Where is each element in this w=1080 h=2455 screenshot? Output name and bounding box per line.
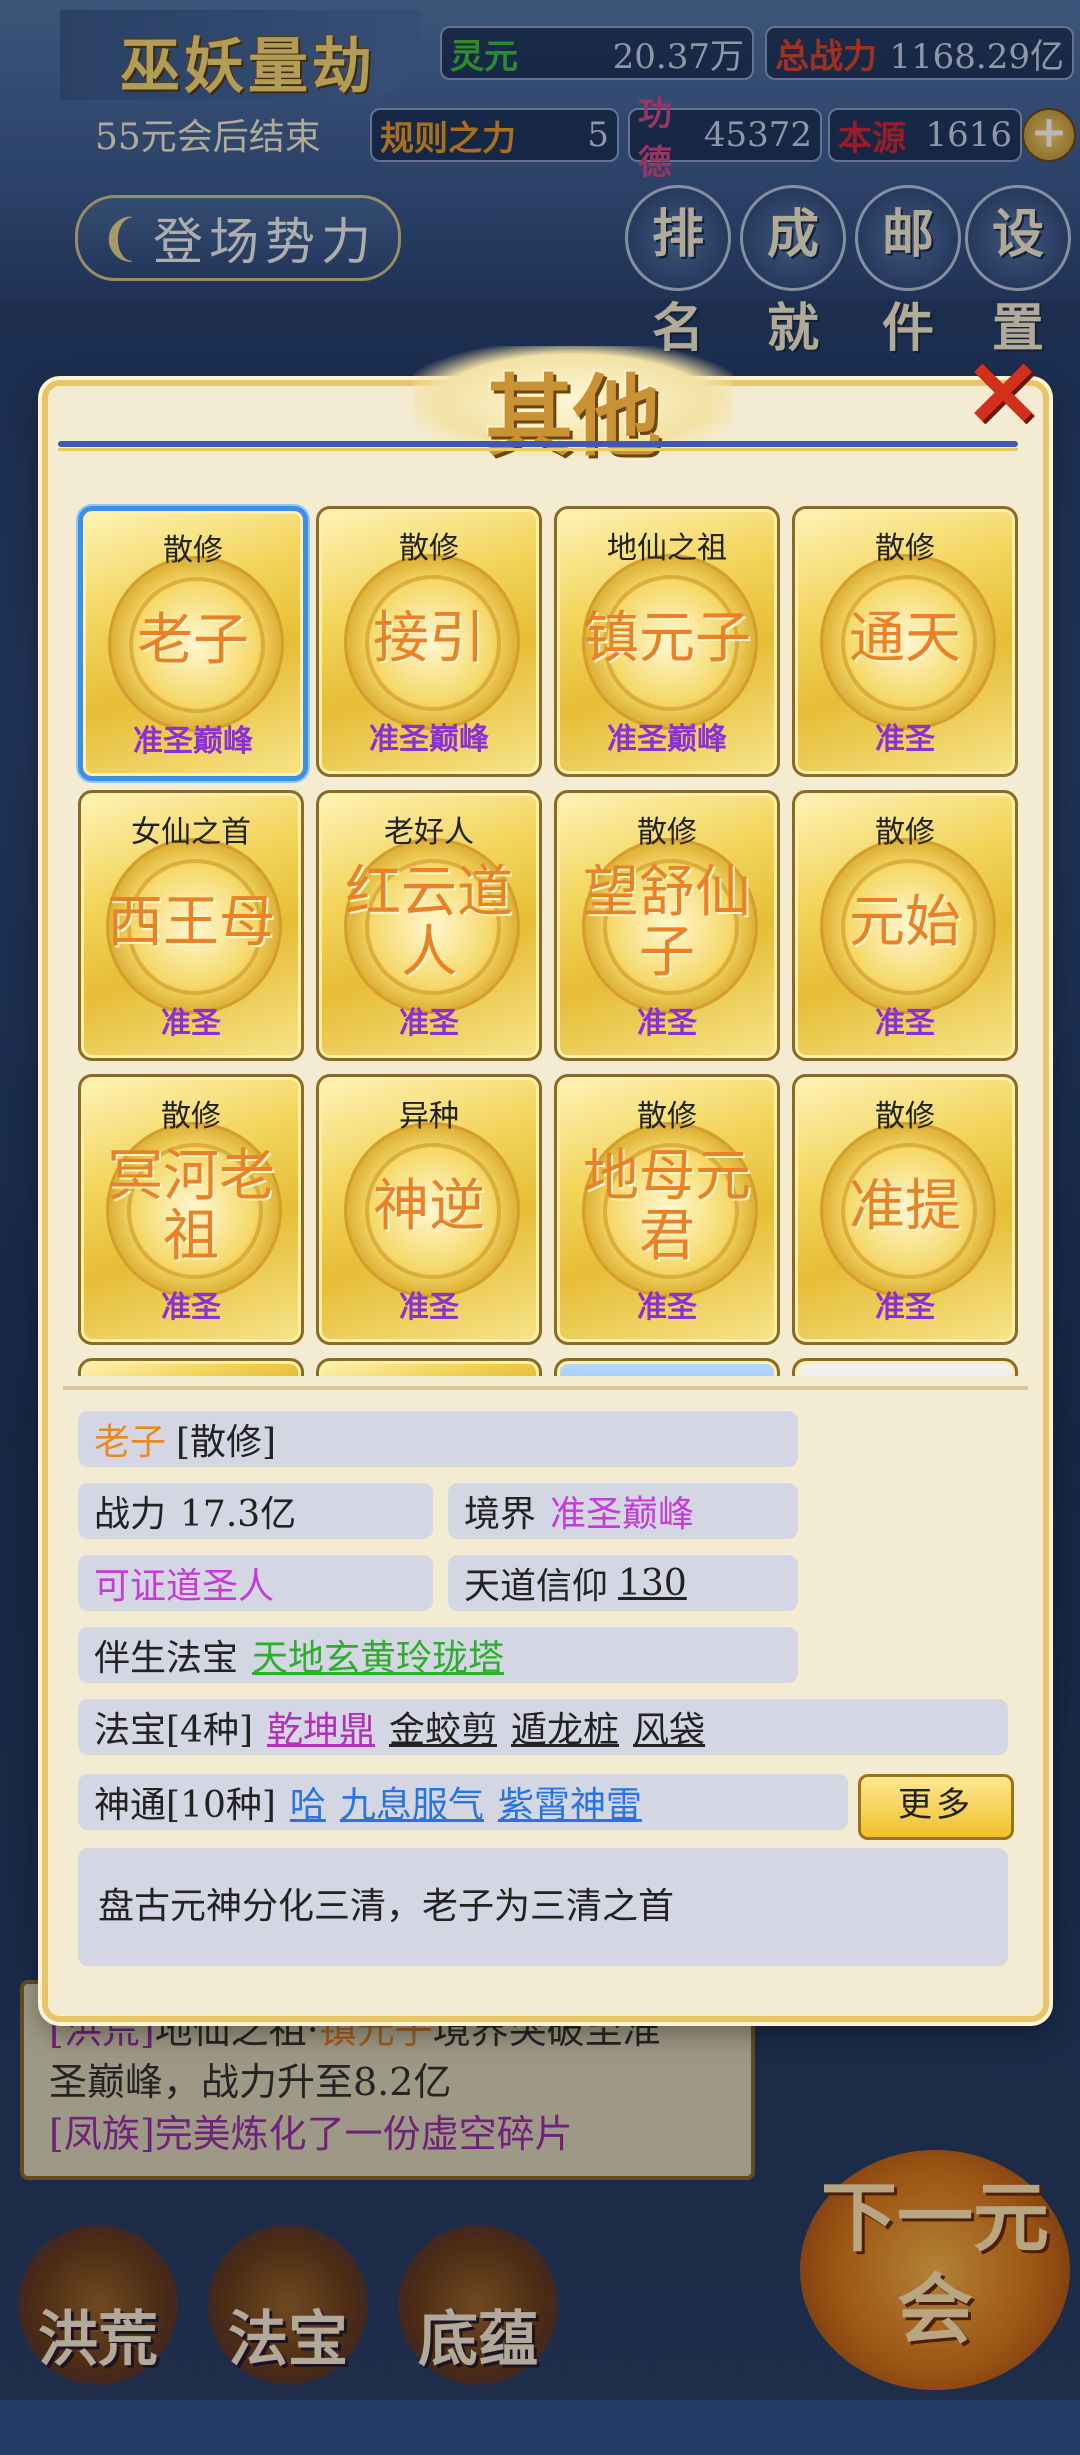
character-card-jieyin[interactable]: 散修 接引 准圣巅峰 (316, 506, 542, 777)
character-card-hongyun[interactable]: 老好人 红云道人 准圣 (316, 790, 542, 1061)
card-faction: 散修 (637, 1099, 697, 1134)
card-name: 望舒仙子 (583, 860, 751, 985)
card-realm: 准圣巅峰 (369, 722, 489, 757)
card-name: 通天 (849, 606, 961, 671)
character-grid[interactable]: 散修 老子 准圣巅峰 散修 接引 准圣巅峰 地仙之祖 镇元子 准圣巅峰 散修 通… (68, 496, 1018, 1376)
detail-treasures-row: 法宝[4种] 乾坤鼎 金蛟剪 遁龙桩 风袋 (78, 1699, 1008, 1755)
detail-treasures-label: 法宝[4种] (94, 1710, 253, 1751)
character-card-zhenyuanzi[interactable]: 地仙之祖 镇元子 准圣巅峰 (554, 506, 780, 777)
detail-realm-value: 准圣巅峰 (550, 1494, 695, 1535)
detail-companion-row: 伴生法宝 天地玄黄玲珑塔 (78, 1627, 798, 1683)
detail-sainthood-row: 可证道圣人 (78, 1555, 433, 1611)
modal-divider (58, 441, 1018, 447)
card-name: 元始 (849, 890, 961, 955)
detail-name-row: 老子 [散修] (78, 1411, 798, 1467)
detail-power-label: 战力 (94, 1494, 167, 1535)
card-realm: 准圣巅峰 (607, 722, 727, 757)
card-faction: 女仙之首 (131, 815, 251, 850)
treasure-link-4[interactable]: 风袋 (633, 1701, 705, 1753)
card-realm: 准圣 (399, 1290, 459, 1325)
modal-title-plate: 其他 (413, 346, 733, 468)
detail-companion-link[interactable]: 天地玄黄玲珑塔 (252, 1629, 504, 1681)
detail-faith-label: 天道信仰 (464, 1566, 609, 1607)
character-card-laozi[interactable]: 散修 老子 准圣巅峰 (78, 506, 308, 781)
card-name: 神逆 (373, 1174, 485, 1239)
card-realm: 准圣 (399, 1006, 459, 1041)
card-name: 红云道人 (345, 860, 513, 985)
card-realm: 准圣 (875, 722, 935, 757)
others-modal: 其他 ✕ 散修 老子 准圣巅峰 散修 接引 准圣巅峰 地仙之祖 镇元子 准圣巅峰… (42, 346, 1049, 2022)
detail-skills-row: 神通[10种] 哈 九息服气 紫霄神雷 (78, 1774, 848, 1830)
character-card-partial[interactable] (554, 1358, 780, 1376)
card-name: 老子 (137, 608, 249, 673)
card-realm: 准圣 (875, 1290, 935, 1325)
card-name: 冥河老祖 (107, 1144, 275, 1269)
detail-name: 老子 (94, 1422, 167, 1463)
character-card-xiwangmu[interactable]: 女仙之首 西王母 准圣 (78, 790, 304, 1061)
card-realm: 准圣巅峰 (133, 724, 253, 759)
character-card-partial[interactable] (792, 1358, 1018, 1376)
card-realm: 准圣 (161, 1290, 221, 1325)
card-faction: 散修 (875, 1099, 935, 1134)
card-realm: 准圣 (637, 1290, 697, 1325)
character-card-dimu[interactable]: 散修 地母元君 准圣 (554, 1074, 780, 1345)
detail-power-row: 战力 17.3亿 (78, 1483, 433, 1539)
card-faction: 老好人 (384, 815, 474, 850)
detail-faith-row: 天道信仰 130 (448, 1555, 798, 1611)
card-realm: 准圣 (875, 1006, 935, 1041)
detail-companion-label: 伴生法宝 (94, 1638, 239, 1679)
card-faction: 散修 (875, 815, 935, 850)
treasure-link-1[interactable]: 乾坤鼎 (267, 1701, 375, 1753)
skill-link-2[interactable]: 九息服气 (340, 1776, 484, 1828)
character-card-wangshu[interactable]: 散修 望舒仙子 准圣 (554, 790, 780, 1061)
card-faction: 散修 (875, 531, 935, 566)
close-icon[interactable]: ✕ (958, 348, 1048, 441)
treasure-link-3[interactable]: 遁龙桩 (511, 1701, 619, 1753)
detail-power-value: 17.3亿 (180, 1494, 297, 1535)
detail-divider (63, 1386, 1028, 1390)
card-faction: 散修 (163, 533, 223, 568)
detail-sainthood: 可证道圣人 (94, 1566, 275, 1607)
card-name: 地母元君 (583, 1144, 751, 1269)
character-card-tongtian[interactable]: 散修 通天 准圣 (792, 506, 1018, 777)
card-realm: 准圣 (637, 1006, 697, 1041)
card-faction: 异种 (399, 1099, 459, 1134)
character-card-minghe[interactable]: 散修 冥河老祖 准圣 (78, 1074, 304, 1345)
detail-description: 盘古元神分化三清，老子为三清之首 (78, 1848, 1008, 1966)
card-name: 准提 (849, 1174, 961, 1239)
card-name: 西王母 (107, 890, 275, 955)
character-card-partial[interactable] (316, 1358, 542, 1376)
card-name: 接引 (373, 606, 485, 671)
detail-realm-row: 境界 准圣巅峰 (448, 1483, 798, 1539)
treasure-link-2[interactable]: 金蛟剪 (389, 1701, 497, 1753)
card-faction: 散修 (637, 815, 697, 850)
detail-faction: [散修] (176, 1422, 277, 1463)
card-name: 镇元子 (583, 606, 751, 671)
character-card-yuanshi[interactable]: 散修 元始 准圣 (792, 790, 1018, 1061)
detail-skills-label: 神通[10种] (94, 1785, 276, 1826)
card-faction: 地仙之祖 (607, 531, 727, 566)
character-card-partial[interactable] (78, 1358, 304, 1376)
character-card-zhunti[interactable]: 散修 准提 准圣 (792, 1074, 1018, 1345)
detail-faith-value[interactable]: 130 (618, 1563, 687, 1604)
detail-realm-label: 境界 (464, 1494, 537, 1535)
modal-divider-gold (58, 448, 1018, 451)
card-realm: 准圣 (161, 1006, 221, 1041)
card-faction: 散修 (161, 1099, 221, 1134)
skill-link-3[interactable]: 紫霄神雷 (498, 1776, 642, 1828)
more-skills-button[interactable]: 更多 (858, 1774, 1014, 1840)
card-faction: 散修 (399, 531, 459, 566)
character-card-shenni[interactable]: 异种 神逆 准圣 (316, 1074, 542, 1345)
modal-title: 其他 (484, 364, 661, 468)
skill-link-1[interactable]: 哈 (290, 1776, 326, 1828)
